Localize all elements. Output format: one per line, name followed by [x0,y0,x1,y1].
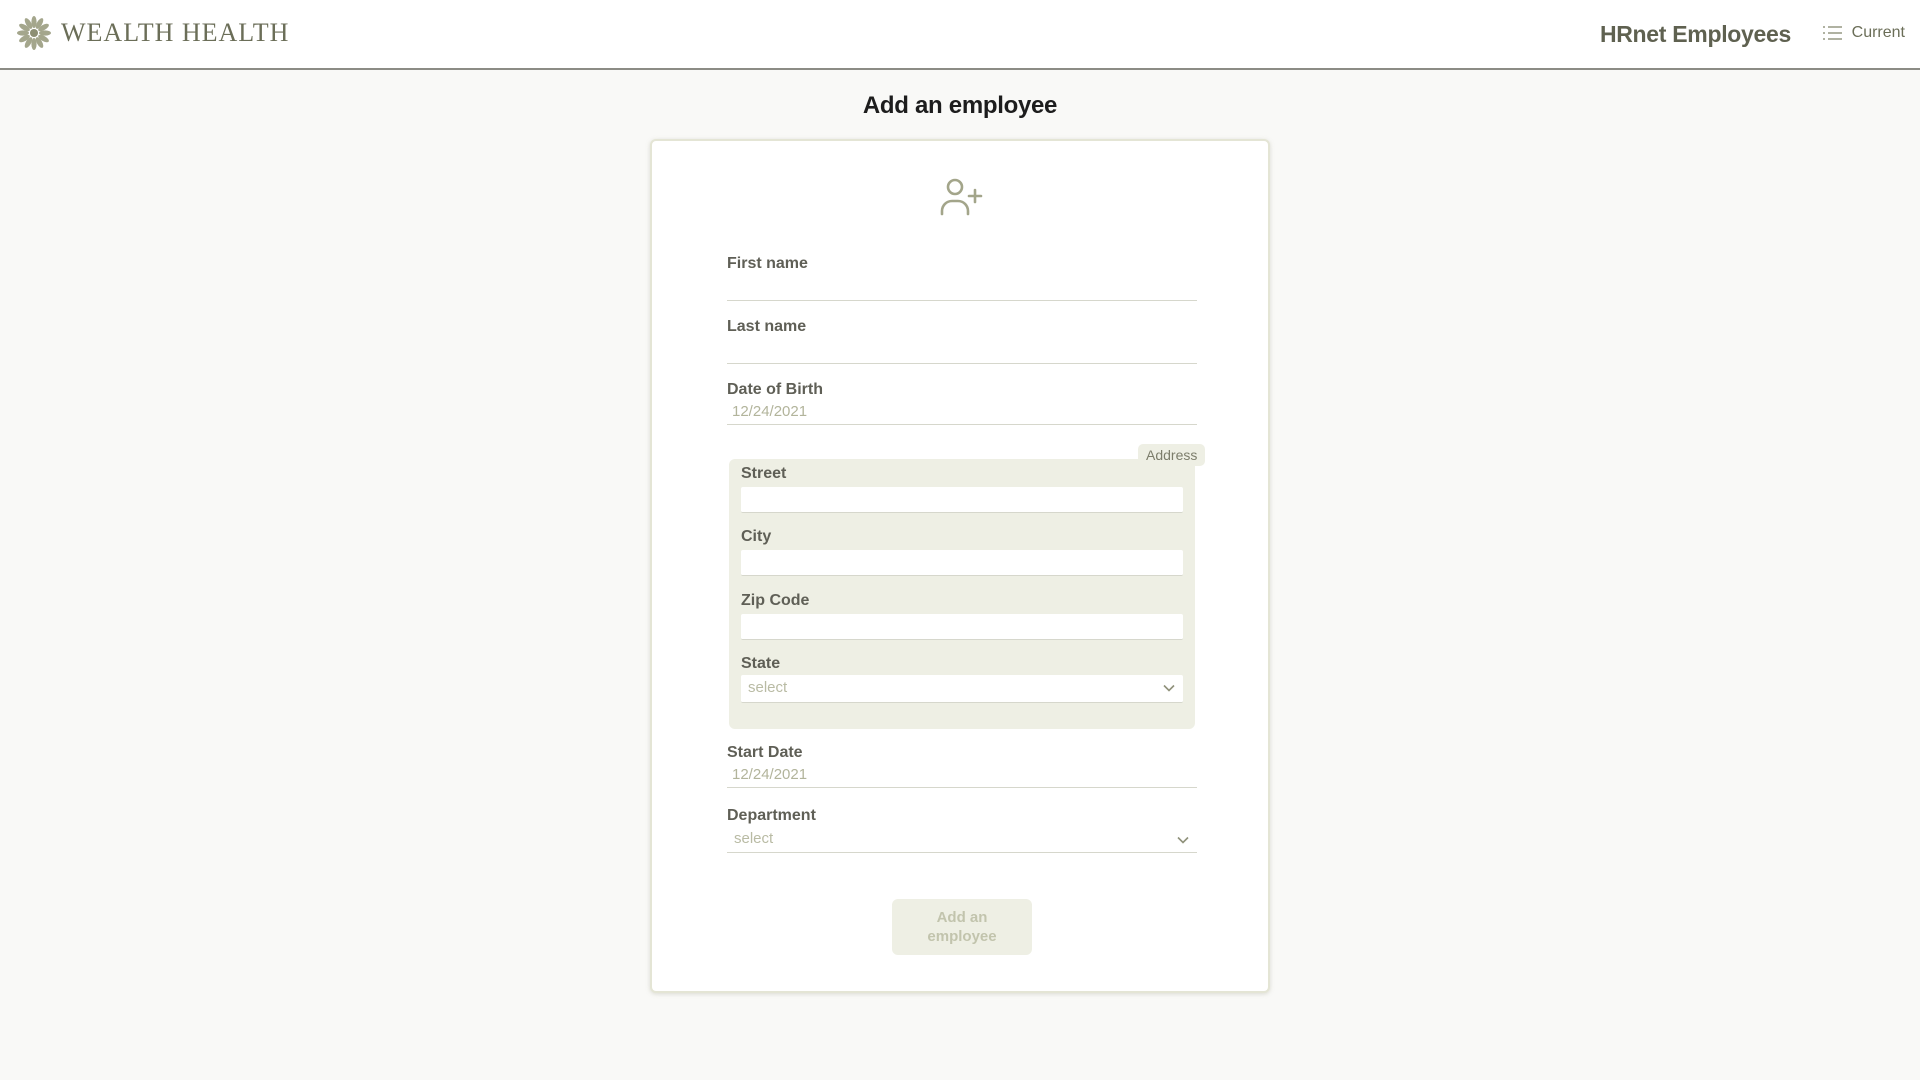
first-name-field: First name [727,255,1197,301]
state-label: State [741,655,781,672]
flower-logo-icon [17,16,51,50]
current-employees-link[interactable]: Current [1822,24,1905,42]
department-label: Department [727,807,816,824]
add-employee-button[interactable]: Add an employee [892,899,1032,955]
page-title: Add an employee [862,92,1058,119]
city-input[interactable] [741,550,1183,576]
zip-code-field: Zip Code [741,592,1183,640]
brand-name: WEALTH HEALTH [61,18,290,47]
address-fieldset: Street City Zip Code State select [729,459,1195,729]
current-link-label: Current [1851,24,1905,41]
street-input[interactable] [741,487,1183,513]
start-date-field: Start Date 12/24/2021 [727,744,1197,788]
user-plus-icon [940,178,983,216]
zip-code-label: Zip Code [741,592,810,609]
state-select[interactable]: select [741,675,1183,703]
date-of-birth-input[interactable]: 12/24/2021 [727,401,1197,425]
start-date-input[interactable]: 12/24/2021 [727,764,1197,788]
date-of-birth-label: Date of Birth [727,381,823,398]
street-label: Street [741,465,787,482]
date-of-birth-field: Date of Birth 12/24/2021 [727,381,1197,425]
last-name-input[interactable] [727,340,1197,364]
first-name-label: First name [727,255,808,272]
list-icon [1822,26,1842,40]
department-select[interactable]: select [727,827,1197,853]
app-title: HRnet Employees [1599,21,1791,47]
zip-code-input[interactable] [741,614,1183,640]
brand-logo[interactable]: WEALTH HEALTH [17,16,289,50]
city-field: City [741,528,1183,576]
street-field: Street [741,465,1183,513]
city-label: City [741,528,772,545]
first-name-input[interactable] [727,277,1197,301]
department-selected-value: select [734,830,774,847]
last-name-field: Last name [727,318,1197,364]
address-legend: Address [1138,444,1206,466]
state-selected-value: select [748,679,788,696]
top-header: WEALTH HEALTH HRnet Employees Current [0,0,1920,70]
chevron-down-icon [1163,684,1175,692]
chevron-down-icon [1177,836,1189,844]
last-name-label: Last name [727,318,807,335]
start-date-label: Start Date [727,744,803,761]
department-field: Department select [727,807,1197,853]
add-employee-form: First name Last name Date of Birth 12/24… [650,139,1270,993]
state-field: State select [741,655,1183,703]
